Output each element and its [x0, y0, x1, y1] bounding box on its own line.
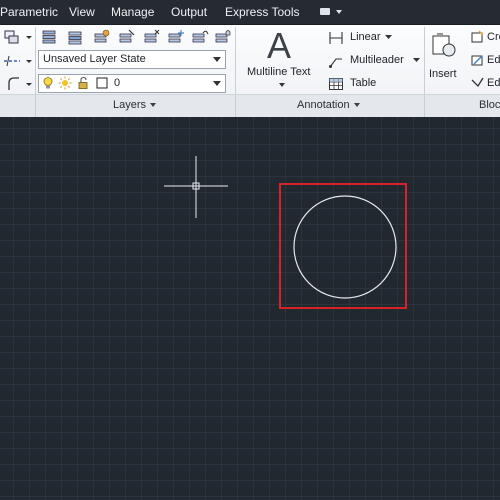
layer-walk-icon[interactable] — [191, 28, 209, 46]
chevron-down-icon — [150, 103, 157, 108]
annotation-panel-title-text: Annotation — [297, 99, 350, 111]
layer-color-swatch-icon[interactable] — [96, 77, 109, 90]
create-label: Cre — [487, 31, 500, 43]
multiline-text-label: Multiline Text — [247, 66, 311, 78]
insert-block-button[interactable]: Insert — [428, 29, 464, 89]
panel-title-strip — [0, 94, 500, 117]
multiline-text-button[interactable]: A Multiline Text — [243, 25, 319, 87]
edit-attributes-button[interactable]: Edi — [470, 75, 500, 93]
chevron-down-icon — [353, 103, 360, 108]
create-block-button[interactable]: Cre — [470, 29, 500, 47]
multileader-icon — [329, 58, 342, 68]
layer-state-value: Unsaved Layer State — [43, 53, 146, 65]
block-panel-title[interactable]: Bloc — [479, 99, 500, 111]
menu-manage[interactable]: Manage — [111, 5, 154, 19]
sun-icon[interactable] — [58, 76, 72, 90]
table-icon — [329, 78, 343, 90]
linear-dimension-icon — [329, 32, 343, 44]
edit-attributes-icon — [471, 77, 484, 88]
chevron-down-icon[interactable] — [21, 28, 39, 46]
layer-lock-icon[interactable] — [214, 28, 232, 46]
edit-block-icon — [471, 55, 483, 66]
chevron-down-icon — [213, 57, 221, 62]
layer-properties-icon[interactable] — [40, 28, 58, 46]
current-layer-name: 0 — [114, 77, 121, 89]
chevron-down-icon — [279, 83, 285, 87]
unlock-icon[interactable] — [76, 76, 90, 90]
layer-off-icon[interactable] — [143, 28, 161, 46]
highlight-box — [279, 183, 407, 309]
panel-separator — [35, 95, 36, 117]
drawing-canvas[interactable] — [0, 117, 500, 500]
chevron-down-icon — [413, 58, 420, 62]
chevron-down-icon[interactable] — [21, 75, 39, 93]
chevron-down-icon — [336, 10, 342, 14]
dash-line-icon[interactable] — [3, 52, 21, 70]
current-layer-dropdown[interactable]: 0 — [38, 74, 226, 93]
edit-block-button[interactable]: Edi — [470, 52, 500, 70]
create-block-icon — [471, 30, 484, 43]
layer-state-dropdown[interactable]: Unsaved Layer State — [38, 50, 226, 69]
quick-access-dropdown[interactable] — [318, 6, 344, 18]
lightbulb-icon[interactable] — [41, 76, 55, 90]
fillet-icon[interactable] — [3, 75, 21, 93]
menu-express-tools[interactable]: Express Tools — [225, 5, 299, 19]
multileader-button[interactable]: Multileader — [326, 52, 422, 70]
menu-view[interactable]: View — [69, 5, 95, 19]
annotation-panel-title[interactable]: Annotation — [297, 99, 360, 111]
layer-unisolate-icon[interactable] — [118, 28, 136, 46]
chevron-down-icon — [213, 81, 221, 86]
linear-dimension-button[interactable]: Linear — [326, 29, 406, 47]
table-label: Table — [350, 77, 377, 89]
menu-bar: Parametric View Manage Output Express To… — [0, 0, 500, 25]
menu-output[interactable]: Output — [171, 5, 207, 19]
chevron-down-icon[interactable] — [21, 52, 39, 70]
chevron-down-icon — [385, 35, 392, 39]
menu-parametric[interactable]: Parametric — [0, 5, 58, 19]
insert-block-icon — [432, 33, 456, 57]
layer-isolate-icon[interactable] — [93, 28, 111, 46]
edit-label: Edi — [487, 54, 500, 66]
layers-panel-title[interactable]: Layers — [113, 99, 157, 111]
insert-label: Insert — [429, 68, 457, 80]
layer-freeze-icon[interactable] — [167, 28, 185, 46]
layers-panel-title-text: Layers — [113, 99, 147, 111]
multileader-label: Multileader — [350, 54, 404, 66]
table-button[interactable]: Table — [326, 75, 386, 93]
multiline-text-glyph: A — [267, 25, 292, 66]
layer-merge-icon[interactable] — [3, 28, 21, 46]
window-icon — [320, 8, 330, 15]
linear-label: Linear — [350, 31, 381, 43]
panel-separator — [424, 95, 425, 117]
edit-attributes-label: Edi — [487, 77, 500, 89]
layer-state-icon[interactable] — [66, 28, 84, 46]
panel-separator — [235, 95, 236, 117]
